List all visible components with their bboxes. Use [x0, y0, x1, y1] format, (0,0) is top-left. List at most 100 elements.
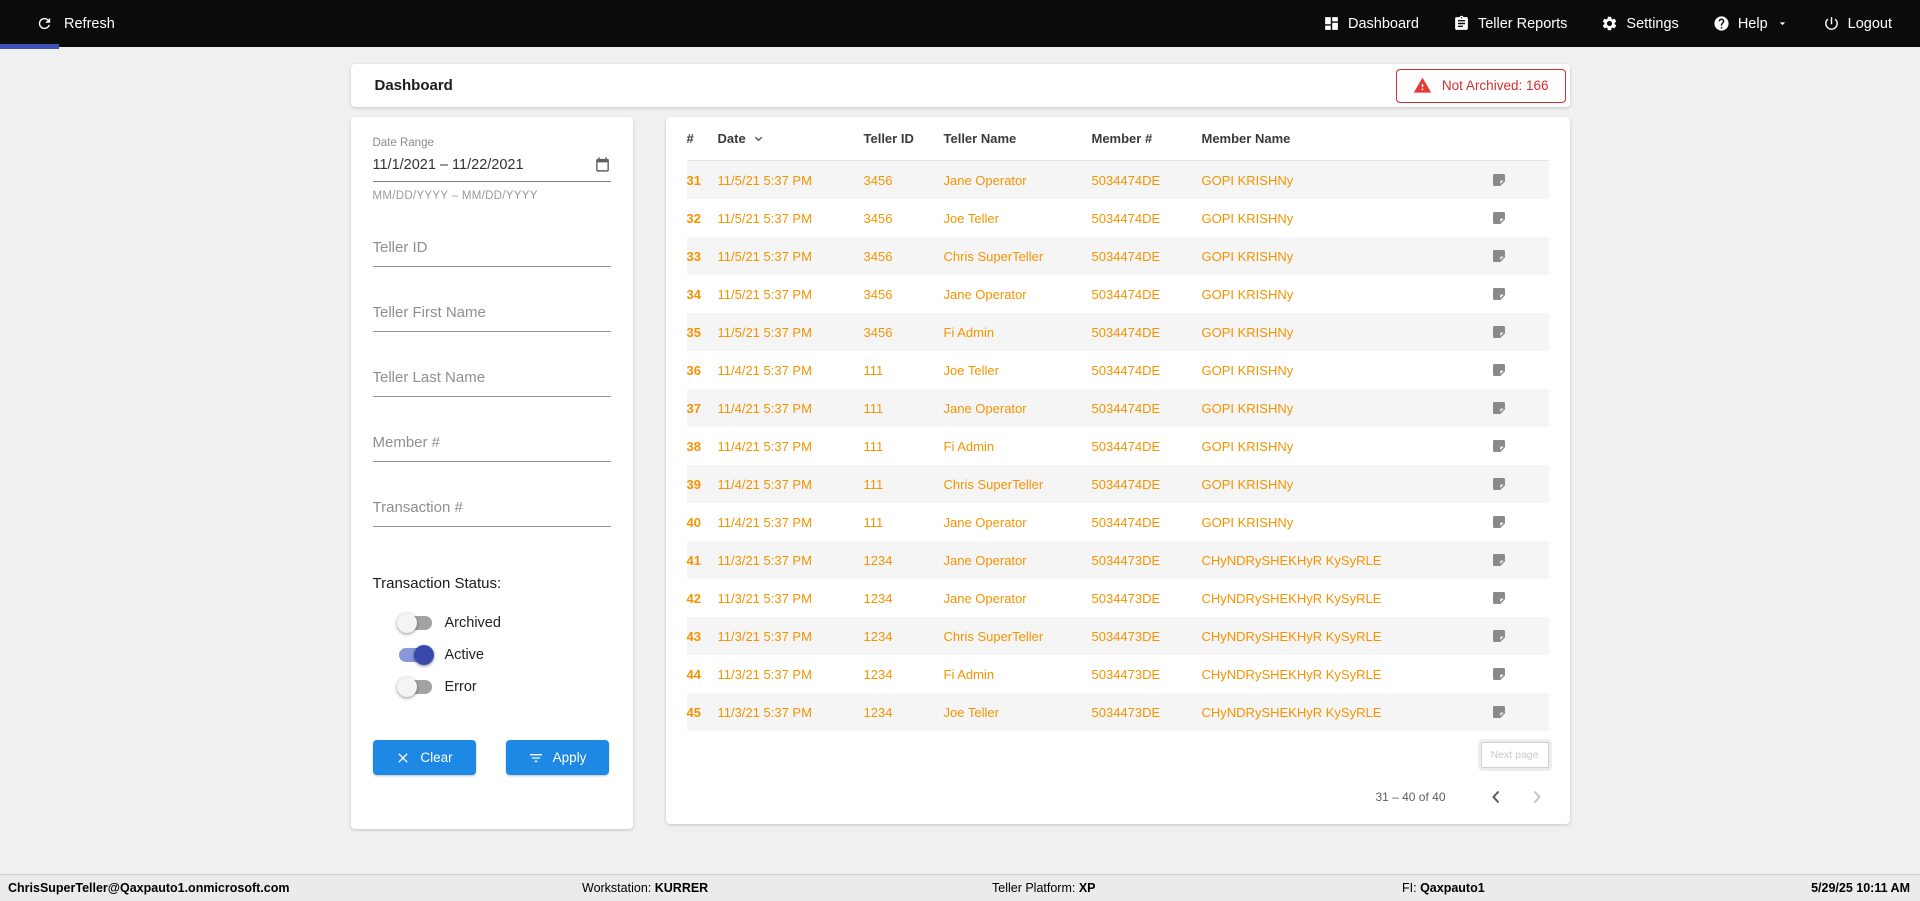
table-row[interactable]: 45 11/3/21 5:37 PM 1234 Joe Teller 50344…: [686, 693, 1549, 731]
member-number-input[interactable]: [372, 428, 611, 462]
table-row[interactable]: 33 11/5/21 5:37 PM 3456 Chris SuperTelle…: [686, 237, 1549, 275]
column-header-member-name[interactable]: Member Name: [1202, 131, 1491, 146]
chevron-down-icon: [1779, 22, 1785, 26]
calendar-icon[interactable]: [594, 156, 611, 173]
teller-platform-status: Teller Platform: XP: [992, 881, 1096, 895]
active-toggle[interactable]: [398, 645, 434, 665]
logged-in-user: ChrisSuperTeller@Qaxpauto1.onmicrosoft.c…: [8, 881, 290, 895]
row-number: 40: [686, 514, 701, 530]
row-teller-id: 111: [863, 476, 884, 492]
row-notes-cell: [1491, 552, 1549, 568]
table-row[interactable]: 40 11/4/21 5:37 PM 111 Jane Operator 503…: [687, 503, 1549, 541]
close-icon: [398, 752, 409, 763]
note-icon[interactable]: [1491, 552, 1507, 568]
table-row[interactable]: 38 11/4/21 5:37 PM 111 Fi Admin 5034474D…: [687, 427, 1549, 465]
row-date: 11/4/21 5:37 PM: [717, 362, 812, 378]
row-number: 31: [686, 172, 701, 188]
column-header-member-number[interactable]: Member #: [1092, 131, 1202, 146]
row-notes-cell: [1491, 704, 1549, 720]
teller-last-name-input[interactable]: [372, 363, 611, 397]
note-icon[interactable]: [1491, 590, 1507, 606]
refresh-button[interactable]: Refresh: [36, 15, 115, 32]
row-member-number: 5034474DE: [1091, 324, 1161, 340]
note-icon[interactable]: [1491, 324, 1507, 340]
main-content: Dashboard Not Archived: 166 Date Range 1…: [350, 47, 1570, 829]
filter-icon: [529, 753, 542, 762]
column-header-teller-name[interactable]: Teller Name: [944, 131, 1092, 146]
note-icon[interactable]: [1491, 400, 1507, 416]
nav-teller-reports[interactable]: Teller Reports: [1453, 15, 1567, 32]
active-tab-indicator: [0, 44, 59, 49]
row-number: 32: [686, 210, 701, 226]
row-notes-cell: [1491, 248, 1549, 264]
table-row[interactable]: 32 11/5/21 5:37 PM 3456 Joe Teller 50344…: [687, 199, 1549, 237]
note-icon[interactable]: [1491, 172, 1507, 188]
table-row[interactable]: 36 11/4/21 5:37 PM 111 Joe Teller 503447…: [687, 351, 1549, 389]
row-notes-cell: [1491, 362, 1549, 378]
archived-toggle[interactable]: [396, 613, 432, 633]
error-toggle[interactable]: [396, 677, 432, 697]
toggle-thumb: [396, 613, 417, 633]
column-header-date[interactable]: Date: [718, 131, 864, 146]
teller-first-name-input[interactable]: [372, 298, 611, 332]
column-header-number[interactable]: #: [687, 131, 718, 146]
row-teller-name: Jane Operator: [943, 552, 1027, 568]
dashboard-icon: [1325, 17, 1338, 30]
table-row[interactable]: 44 11/3/21 5:37 PM 1234 Fi Admin 5034473…: [687, 655, 1549, 693]
row-date: 11/5/21 5:37 PM: [717, 324, 812, 340]
date-range-field[interactable]: 11/1/2021 – 11/22/2021: [372, 149, 611, 182]
teller-platform-value: XP: [1078, 881, 1096, 895]
table-row[interactable]: 39 11/4/21 5:37 PM 111 Chris SuperTeller…: [686, 465, 1549, 503]
row-teller-id: 1234: [863, 590, 893, 606]
row-teller-name: Jane Operator: [943, 286, 1027, 302]
column-header-date-label: Date: [717, 131, 746, 146]
row-date: 11/5/21 5:37 PM: [717, 286, 812, 302]
note-icon[interactable]: [1491, 210, 1507, 226]
note-icon[interactable]: [1491, 514, 1507, 530]
transaction-status-label: Transaction Status:: [372, 575, 502, 592]
teller-id-input[interactable]: [372, 233, 611, 267]
nav-teller-reports-label: Teller Reports: [1477, 15, 1568, 32]
next-page-button[interactable]: Next page: [1480, 742, 1549, 768]
row-notes-cell: [1491, 666, 1549, 682]
nav-settings[interactable]: Settings: [1601, 15, 1679, 32]
table-row[interactable]: 31 11/5/21 5:37 PM 3456 Jane Operator 50…: [686, 161, 1549, 199]
next-page-icon[interactable]: [1525, 785, 1549, 809]
row-notes-cell: [1491, 514, 1549, 530]
row-member-number: 5034474DE: [1091, 514, 1161, 530]
note-icon[interactable]: [1491, 666, 1507, 682]
apply-button-label: Apply: [552, 750, 587, 765]
row-member-name: GOPI KRISHNy: [1201, 286, 1294, 302]
row-member-name: GOPI KRISHNy: [1201, 476, 1294, 492]
warning-icon: [1413, 77, 1432, 93]
row-teller-name: Joe Teller: [943, 704, 999, 720]
note-icon[interactable]: [1491, 476, 1507, 492]
column-header-teller-id[interactable]: Teller ID: [864, 131, 944, 146]
note-icon[interactable]: [1491, 286, 1507, 302]
row-notes-cell: [1491, 324, 1549, 340]
previous-page-icon[interactable]: [1484, 785, 1508, 809]
table-row[interactable]: 41 11/3/21 5:37 PM 1234 Jane Operator 50…: [686, 541, 1549, 579]
table-row[interactable]: 35 11/5/21 5:37 PM 3456 Fi Admin 5034474…: [686, 313, 1549, 351]
note-icon[interactable]: [1491, 628, 1507, 644]
table-row[interactable]: 34 11/5/21 5:37 PM 3456 Jane Operator 50…: [687, 275, 1549, 313]
row-member-name: GOPI KRISHNy: [1201, 438, 1294, 454]
nav-help[interactable]: Help: [1713, 15, 1789, 32]
clear-button[interactable]: Clear: [372, 740, 476, 775]
row-member-name: GOPI KRISHNy: [1201, 362, 1294, 378]
not-archived-badge[interactable]: Not Archived: 166: [1395, 68, 1566, 103]
note-icon[interactable]: [1491, 362, 1507, 378]
row-number: 44: [686, 666, 701, 682]
note-icon[interactable]: [1491, 248, 1507, 264]
row-member-name: GOPI KRISHNy: [1201, 172, 1294, 188]
table-row[interactable]: 37 11/4/21 5:37 PM 111 Jane Operator 503…: [686, 389, 1549, 427]
nav-logout[interactable]: Logout: [1823, 15, 1892, 32]
apply-button[interactable]: Apply: [505, 740, 609, 775]
note-icon[interactable]: [1491, 438, 1507, 454]
note-icon[interactable]: [1491, 704, 1507, 720]
table-row[interactable]: 42 11/3/21 5:37 PM 1234 Jane Operator 50…: [687, 579, 1549, 617]
transaction-number-input[interactable]: [372, 493, 611, 527]
table-row[interactable]: 43 11/3/21 5:37 PM 1234 Chris SuperTelle…: [686, 617, 1549, 655]
row-teller-name: Joe Teller: [943, 362, 999, 378]
nav-dashboard[interactable]: Dashboard: [1323, 15, 1419, 32]
